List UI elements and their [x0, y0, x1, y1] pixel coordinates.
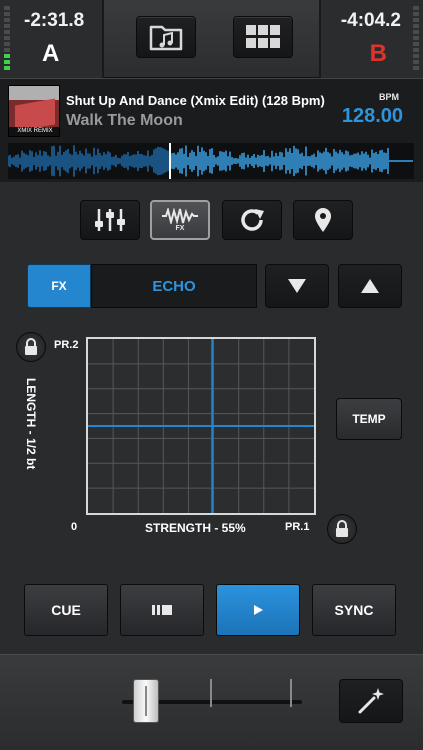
top-bar: -2:31.8 A -4:04.2 B: [0, 0, 423, 78]
track-waveform[interactable]: [8, 143, 414, 179]
cue-panel-button[interactable]: [293, 200, 353, 240]
vu-segment: [4, 24, 10, 28]
vu-segment: [4, 48, 10, 52]
deck-b-time: -4:04.2: [340, 10, 401, 31]
cue-button[interactable]: CUE: [24, 584, 108, 636]
mixer-panel-button[interactable]: [80, 200, 140, 240]
triangle-up-icon: [361, 279, 379, 293]
vu-segment: [413, 24, 419, 28]
deck-a-vu-meter: [4, 6, 10, 70]
vu-segment: [413, 18, 419, 22]
pause-stop-icon: [152, 605, 172, 615]
track-artist: Walk The Moon: [66, 112, 183, 129]
fx-xy-pad[interactable]: [86, 337, 316, 515]
lock-icon: [25, 338, 37, 355]
vu-segment: [4, 6, 10, 10]
play-icon: [254, 605, 263, 615]
vu-segment: [4, 30, 10, 34]
vu-segment: [4, 36, 10, 40]
deck-a-time: -2:31.8: [24, 10, 85, 31]
fx-next-button[interactable]: [265, 264, 329, 308]
track-info-panel: XMIX REMIX Shut Up And Dance (Xmix Edit)…: [0, 78, 423, 182]
vu-segment: [413, 60, 419, 64]
vu-segment: [4, 42, 10, 46]
vu-segment: [413, 12, 419, 16]
vu-segment: [413, 30, 419, 34]
vu-segment: [4, 12, 10, 16]
temp-button[interactable]: TEMP: [336, 398, 402, 440]
bpm-value: 128.00: [341, 105, 403, 127]
album-cover[interactable]: XMIX REMIX: [8, 85, 60, 137]
vu-segment: [413, 36, 419, 40]
fx-panel-label: FX: [175, 225, 185, 232]
music-folder-icon: [149, 25, 183, 51]
crossfader-panel: [0, 654, 423, 750]
preset-2-label: PR.2: [54, 339, 79, 351]
vu-segment: [4, 18, 10, 22]
fx-previous-button[interactable]: [338, 264, 402, 308]
magic-wand-icon: [358, 688, 384, 714]
axis-zero-label: 0: [71, 521, 78, 533]
track-title: Shut Up And Dance (Xmix Edit) (128 Bpm): [66, 93, 325, 108]
vu-segment: [413, 42, 419, 46]
transport-controls: CUE SYNC: [24, 584, 396, 638]
vu-segment: [413, 48, 419, 52]
lock-icon: [336, 520, 348, 537]
pin-icon: [315, 208, 331, 232]
x-axis-label: STRENGTH - 55%: [145, 521, 246, 535]
grid-view-button[interactable]: [233, 16, 293, 58]
deck-b-letter: B: [369, 40, 387, 67]
pause-button[interactable]: [120, 584, 204, 636]
sync-button[interactable]: SYNC: [312, 584, 396, 636]
fx-toggle-button[interactable]: FX: [27, 264, 91, 308]
sliders-icon: [95, 209, 125, 231]
loop-icon: [241, 209, 264, 231]
waveform-icon: [162, 208, 198, 224]
vu-segment: [413, 54, 419, 58]
browse-button[interactable]: [136, 16, 196, 58]
loop-panel-button[interactable]: [222, 200, 282, 240]
preset-2-lock-button[interactable]: [16, 332, 46, 362]
fx-select-row: FX ECHO: [27, 264, 402, 310]
magic-button[interactable]: [339, 679, 403, 723]
vu-segment: [413, 6, 419, 10]
cover-caption: XMIX REMIX: [9, 127, 59, 136]
deck-b-panel[interactable]: -4:04.2 B: [319, 0, 423, 78]
fx-effect-name[interactable]: ECHO: [91, 264, 257, 308]
grid-icon: [246, 25, 280, 48]
deck-a-letter: A: [42, 40, 60, 67]
bpm-label: BPM: [379, 92, 399, 102]
crossfader-center-tick: [210, 679, 212, 707]
panel-selector: FX: [0, 200, 423, 244]
vu-segment: [4, 54, 10, 58]
y-axis-label: LENGTH - 1/2 bt: [24, 378, 38, 470]
preset-1-label: PR.1: [285, 521, 310, 533]
preset-1-lock-button[interactable]: [327, 514, 357, 544]
play-button[interactable]: [216, 584, 300, 636]
crossfader-handle[interactable]: [132, 679, 159, 723]
fx-panel-button[interactable]: FX: [150, 200, 210, 240]
triangle-down-icon: [288, 279, 306, 293]
vu-segment: [4, 60, 10, 64]
deck-b-vu-meter: [413, 6, 419, 70]
vu-segment: [413, 66, 419, 70]
deck-a-panel[interactable]: -2:31.8 A: [0, 0, 104, 78]
crossfader-right-tick: [290, 679, 292, 707]
vu-segment: [4, 66, 10, 70]
